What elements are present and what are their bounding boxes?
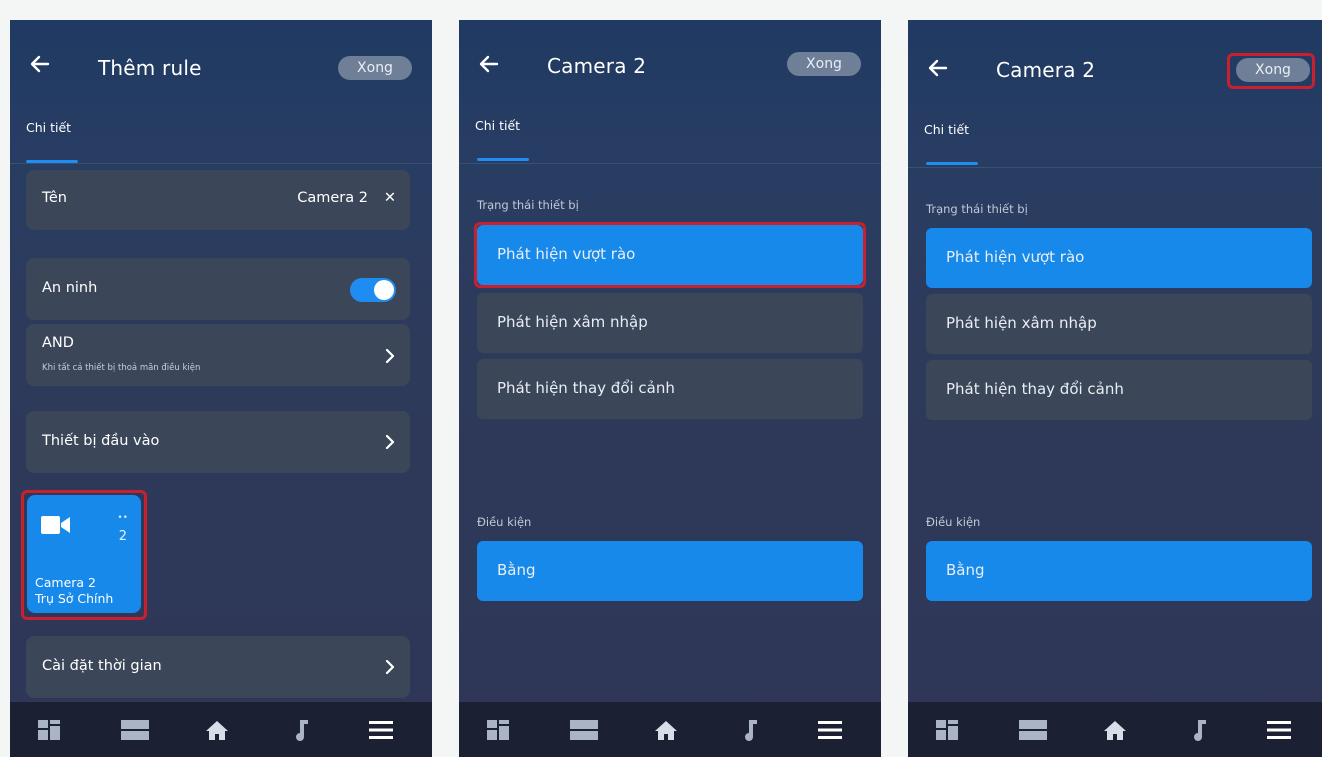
- condition-label: Điều kiện: [477, 515, 532, 529]
- bottom-nav: [459, 702, 881, 757]
- music-icon[interactable]: [288, 718, 314, 742]
- input-devices-row[interactable]: Thiết bị đầu vào: [26, 411, 410, 473]
- chevron-right-icon: [384, 659, 396, 675]
- bottom-nav: [10, 702, 432, 757]
- header-divider: [459, 163, 881, 164]
- option-label: Phát hiện vượt rào: [946, 248, 1085, 266]
- menu-icon[interactable]: [817, 718, 843, 742]
- condition-select[interactable]: Bằng: [926, 541, 1312, 601]
- time-settings-row[interactable]: Cài đặt thời gian: [26, 636, 410, 698]
- active-tab-indicator: [926, 162, 978, 165]
- rooms-icon[interactable]: [1018, 718, 1048, 742]
- phone-screen-add-rule: Thêm rule Xong Chi tiết Tên Camera 2 ✕ A…: [10, 20, 432, 757]
- home-icon[interactable]: [204, 718, 230, 742]
- security-row: An ninh: [26, 258, 410, 320]
- security-toggle[interactable]: [350, 278, 396, 302]
- done-button[interactable]: Xong: [787, 52, 861, 76]
- input-devices-label: Thiết bị đầu vào: [42, 433, 160, 449]
- highlight-box: [1227, 53, 1315, 89]
- condition-select[interactable]: Bằng: [477, 541, 863, 601]
- menu-icon[interactable]: [368, 718, 394, 742]
- app-header: Thêm rule Xong: [10, 20, 432, 116]
- arrow-left-icon: [30, 55, 50, 73]
- logic-label: AND: [42, 335, 74, 351]
- phone-screen-camera-detail-done: Camera 2 Xong Chi tiết Trạng thái thiết …: [908, 20, 1322, 757]
- toggle-knob: [374, 280, 394, 300]
- logic-row[interactable]: AND Khi tất cả thiết bị thoả mãn điều ki…: [26, 324, 410, 386]
- condition-value: Bằng: [497, 561, 536, 579]
- music-icon[interactable]: [1186, 718, 1212, 742]
- app-header: Camera 2 Xong: [459, 20, 881, 116]
- menu-icon[interactable]: [1266, 718, 1292, 742]
- header-divider: [10, 163, 432, 164]
- device-state-label: Trạng thái thiết bị: [926, 202, 1028, 216]
- option-label: Phát hiện xâm nhập: [497, 313, 648, 331]
- page-title: Thêm rule: [98, 56, 202, 80]
- tab-details[interactable]: Chi tiết: [26, 120, 71, 135]
- option-intrusion-detection[interactable]: Phát hiện xâm nhập: [926, 294, 1312, 354]
- device-state-label: Trạng thái thiết bị: [477, 198, 579, 212]
- phone-screen-camera-detail: Camera 2 Xong Chi tiết Trạng thái thiết …: [459, 20, 881, 757]
- back-button[interactable]: [926, 56, 956, 86]
- music-icon[interactable]: [737, 718, 763, 742]
- security-label: An ninh: [42, 280, 98, 296]
- rooms-icon[interactable]: [569, 718, 599, 742]
- chevron-right-icon: [384, 434, 396, 450]
- rooms-icon[interactable]: [120, 718, 150, 742]
- page-title: Camera 2: [547, 54, 647, 78]
- arrow-left-icon: [479, 55, 499, 73]
- time-settings-label: Cài đặt thời gian: [42, 658, 162, 674]
- active-tab-indicator: [477, 158, 529, 161]
- option-intrusion-detection[interactable]: Phát hiện xâm nhập: [477, 293, 863, 353]
- highlight-box: [21, 490, 147, 620]
- highlight-box: [474, 222, 866, 288]
- option-scene-change-detection[interactable]: Phát hiện thay đổi cảnh: [477, 359, 863, 419]
- option-label: Phát hiện xâm nhập: [946, 314, 1097, 332]
- clear-name-button[interactable]: ✕: [384, 190, 396, 206]
- chevron-right-icon: [384, 348, 396, 364]
- tab-details[interactable]: Chi tiết: [475, 118, 520, 133]
- header-divider: [908, 167, 1322, 168]
- logic-description: Khi tất cả thiết bị thoả mãn điều kiện: [42, 363, 201, 373]
- dashboard-icon[interactable]: [36, 718, 62, 742]
- arrow-left-icon: [928, 59, 948, 77]
- condition-label: Điều kiện: [926, 515, 981, 529]
- home-icon[interactable]: [1102, 718, 1128, 742]
- dashboard-icon[interactable]: [934, 718, 960, 742]
- dashboard-icon[interactable]: [485, 718, 511, 742]
- option-scene-change-detection[interactable]: Phát hiện thay đổi cảnh: [926, 360, 1312, 420]
- name-label: Tên: [42, 190, 67, 206]
- back-button[interactable]: [28, 52, 58, 82]
- done-button[interactable]: Xong: [338, 56, 412, 80]
- tab-details[interactable]: Chi tiết: [924, 122, 969, 137]
- name-value: Camera 2: [297, 190, 368, 206]
- back-button[interactable]: [477, 52, 507, 82]
- option-label: Phát hiện thay đổi cảnh: [497, 379, 675, 397]
- page-title: Camera 2: [996, 58, 1096, 82]
- option-fence-detection[interactable]: Phát hiện vượt rào: [926, 228, 1312, 288]
- condition-value: Bằng: [946, 561, 985, 579]
- option-label: Phát hiện thay đổi cảnh: [946, 380, 1124, 398]
- name-row[interactable]: Tên Camera 2 ✕: [26, 170, 410, 230]
- home-icon[interactable]: [653, 718, 679, 742]
- bottom-nav: [908, 702, 1322, 757]
